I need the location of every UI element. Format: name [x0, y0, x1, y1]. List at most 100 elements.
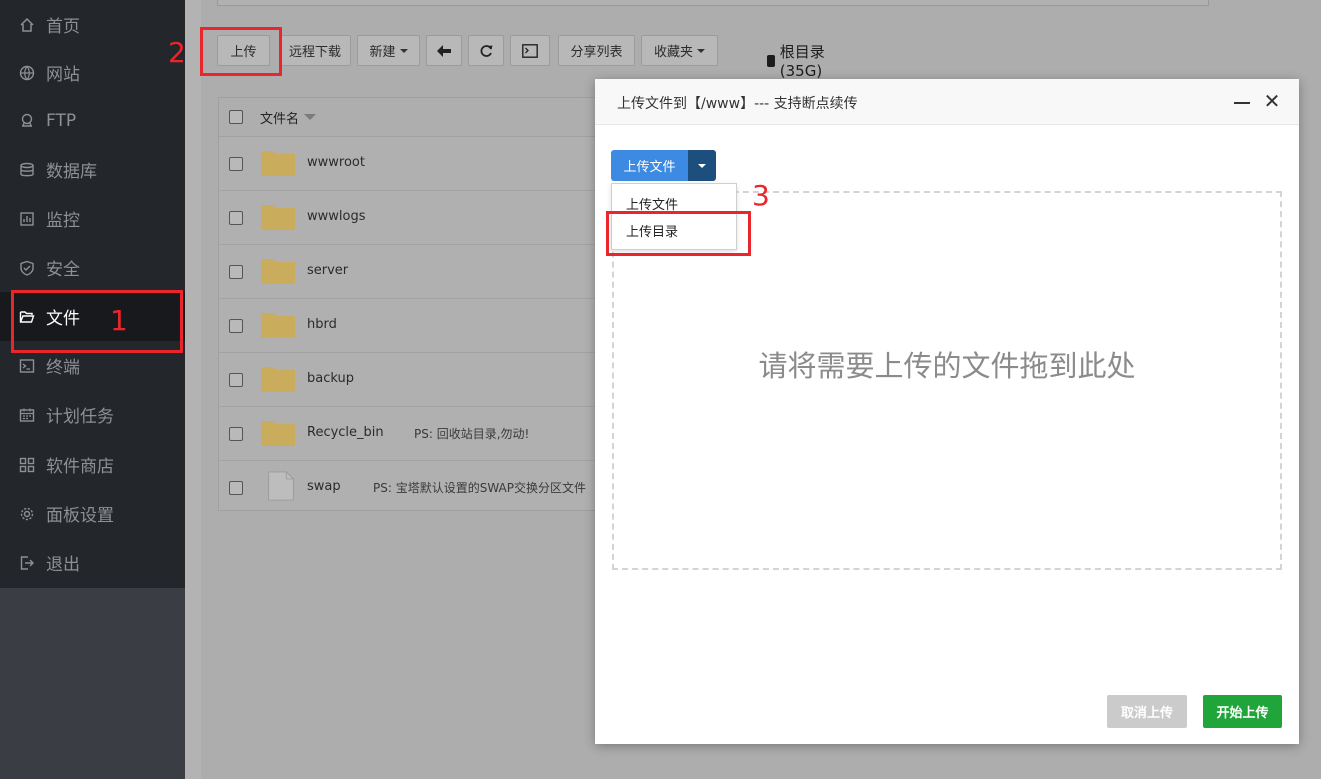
favorites-label: 收藏夹 — [653, 45, 693, 60]
sidebar-item-website[interactable]: 网站 — [0, 48, 185, 97]
annotation-number-1: 1 — [110, 304, 128, 337]
gear-icon — [18, 505, 36, 523]
new-button[interactable]: 新建 — [357, 35, 420, 66]
dialog-title: 上传文件到【/www】--- 支持断点续传 — [617, 96, 858, 112]
share-list-button[interactable]: 分享列表 — [558, 35, 635, 66]
upload-split-button: 上传文件 — [611, 150, 716, 181]
file-name[interactable]: server — [307, 263, 348, 278]
back-button[interactable] — [426, 35, 462, 66]
database-icon — [18, 161, 36, 179]
file-name[interactable]: hbrd — [307, 317, 337, 332]
folder-icon — [261, 259, 295, 284]
logout-icon — [18, 554, 36, 572]
refresh-button[interactable] — [468, 35, 504, 66]
sidebar-item-label: FTP — [46, 110, 77, 131]
annotation-box-1 — [11, 290, 183, 353]
globe-icon — [18, 64, 36, 82]
table-row[interactable]: wwwroot — [219, 137, 617, 191]
disk-icon — [767, 54, 775, 67]
upload-dropdown-toggle[interactable] — [688, 150, 716, 181]
sidebar-item-home[interactable]: 首页 — [0, 0, 185, 49]
ftp-icon — [18, 112, 36, 130]
folder-icon — [261, 313, 295, 338]
upload-file-button[interactable]: 上传文件 — [611, 150, 688, 181]
row-checkbox[interactable] — [229, 481, 243, 495]
file-name[interactable]: Recycle_bin — [307, 425, 384, 440]
sidebar-item-label: 计划任务 — [46, 407, 114, 427]
file-name[interactable]: backup — [307, 371, 354, 386]
annotation-number-3: 3 — [752, 179, 770, 212]
sidebar-item-label: 软件商店 — [46, 457, 114, 477]
folder-icon — [261, 151, 295, 176]
file-name[interactable]: swap — [307, 479, 341, 494]
sidebar-item-monitor[interactable]: 监控 — [0, 194, 185, 243]
sidebar-item-label: 终端 — [46, 358, 80, 378]
refresh-icon — [480, 44, 493, 57]
disk-selector[interactable]: 根目录(35G) — [767, 41, 828, 80]
start-upload-button[interactable]: 开始上传 — [1203, 695, 1282, 728]
column-header-label: 文件名 — [260, 111, 300, 127]
file-name[interactable]: wwwlogs — [307, 209, 366, 224]
sort-down-icon — [304, 114, 317, 120]
table-row[interactable]: Recycle_bin PS: 回收站目录,勿动! — [219, 407, 617, 461]
file-table: 文件名 wwwroot wwwlogs server hbrd backup R… — [218, 97, 618, 511]
remote-download-button[interactable]: 远程下载 — [279, 35, 351, 66]
sidebar-item-label: 退出 — [46, 555, 80, 575]
table-row[interactable]: backup — [219, 353, 617, 407]
sidebar-item-settings[interactable]: 面板设置 — [0, 489, 185, 538]
sidebar-item-cron[interactable]: 计划任务 — [0, 390, 185, 439]
upload-dialog: 上传文件到【/www】--- 支持断点续传 ✕ 上传文件 请将需要上传的文件拖到… — [595, 79, 1299, 744]
file-remark: PS: 宝塔默认设置的SWAP交换分区文件 — [373, 481, 586, 495]
apps-icon — [18, 456, 36, 474]
minimize-icon[interactable] — [1234, 102, 1250, 104]
sidebar-item-label: 首页 — [46, 17, 80, 37]
sidebar-item-database[interactable]: 数据库 — [0, 145, 185, 194]
row-checkbox[interactable] — [229, 427, 243, 441]
annotation-box-3 — [606, 211, 751, 256]
annotation-box-2 — [200, 27, 282, 76]
terminal-button[interactable] — [510, 35, 550, 66]
table-row[interactable]: hbrd — [219, 299, 617, 353]
terminal-icon — [18, 357, 36, 375]
row-checkbox[interactable] — [229, 157, 243, 171]
row-checkbox[interactable] — [229, 319, 243, 333]
close-icon[interactable]: ✕ — [1263, 91, 1281, 111]
terminal-icon — [522, 43, 538, 58]
file-icon — [268, 471, 294, 501]
remote-download-label: 远程下载 — [288, 45, 341, 60]
sidebar-item-security[interactable]: 安全 — [0, 243, 185, 292]
folder-icon — [261, 205, 295, 230]
disk-label: 根目录(35G) — [779, 43, 825, 80]
sidebar-item-label: 面板设置 — [46, 506, 114, 526]
column-header-name[interactable]: 文件名 — [260, 108, 317, 127]
table-row[interactable]: wwwlogs — [219, 191, 617, 245]
table-header: 文件名 — [219, 98, 617, 137]
arrow-left-icon — [437, 44, 451, 57]
sidebar-item-logout[interactable]: 退出 — [0, 538, 185, 587]
chevron-down-icon — [399, 48, 408, 53]
sidebar-item-label: 安全 — [46, 260, 80, 280]
shield-icon — [18, 259, 36, 277]
calendar-icon — [18, 406, 36, 424]
sidebar-item-label: 数据库 — [46, 162, 97, 182]
sidebar-item-ftp[interactable]: FTP — [0, 96, 185, 145]
row-checkbox[interactable] — [229, 211, 243, 225]
new-button-label: 新建 — [369, 45, 396, 60]
sidebar-item-store[interactable]: 软件商店 — [0, 440, 185, 489]
file-name[interactable]: wwwroot — [307, 155, 365, 170]
folder-icon — [261, 367, 295, 392]
table-row[interactable]: server — [219, 245, 617, 299]
select-all-checkbox[interactable] — [229, 110, 243, 124]
home-icon — [18, 16, 36, 34]
cancel-upload-label: 取消上传 — [1120, 706, 1173, 721]
chevron-down-icon — [697, 48, 705, 53]
table-row[interactable]: swap PS: 宝塔默认设置的SWAP交换分区文件 — [219, 461, 617, 515]
row-checkbox[interactable] — [229, 373, 243, 387]
favorites-button[interactable]: 收藏夹 — [641, 35, 718, 66]
row-checkbox[interactable] — [229, 265, 243, 279]
folder-icon — [261, 421, 295, 446]
cancel-upload-button[interactable]: 取消上传 — [1107, 695, 1187, 728]
drop-hint: 请将需要上传的文件拖到此处 — [758, 349, 1136, 383]
share-list-label: 分享列表 — [570, 45, 623, 60]
path-bar[interactable] — [217, 0, 1209, 6]
